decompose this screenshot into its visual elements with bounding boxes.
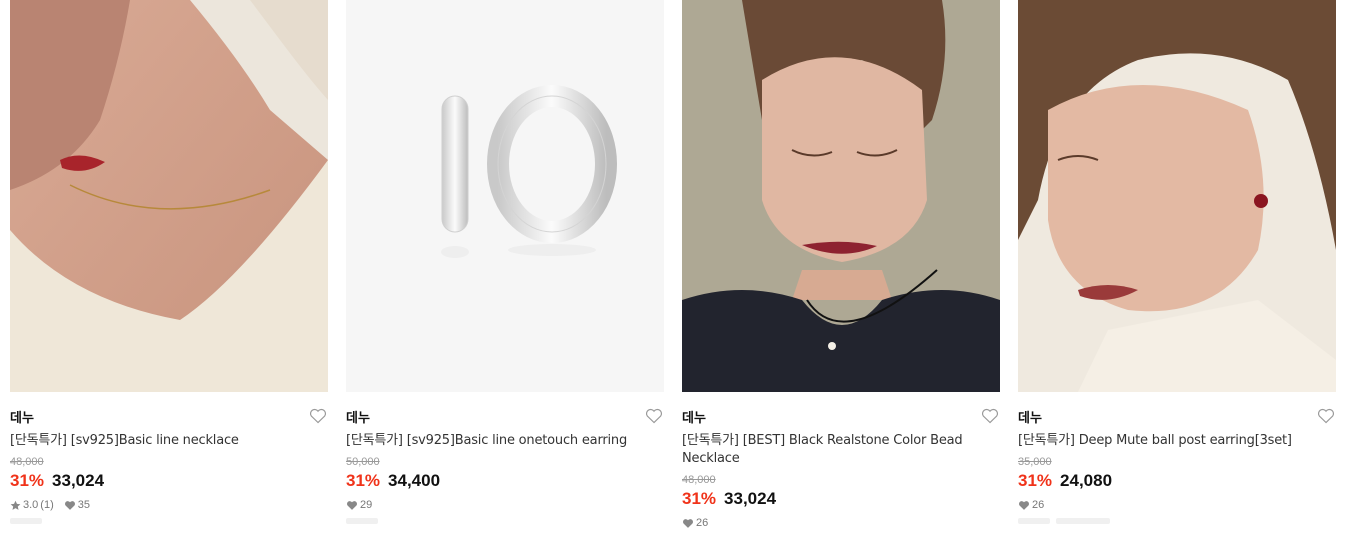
original-price: 48,000 (682, 474, 716, 486)
like-count: 29 (360, 499, 373, 511)
like-count: 26 (1032, 499, 1045, 511)
original-price: 50,000 (346, 456, 380, 468)
tag-chips (346, 518, 664, 524)
tag-chips (10, 518, 328, 524)
product-grid: 데누 [단독특가] [sv925]Basic line necklace 48,… (0, 0, 1345, 533)
product-title[interactable]: [단독특가] [sv925]Basic line onetouch earrin… (346, 432, 664, 450)
product-title[interactable]: [단독특가] Deep Mute ball post earring[3set] (1018, 432, 1336, 450)
product-card[interactable]: 데누 [단독특가] Deep Mute ball post earring[3s… (1018, 0, 1336, 533)
heart-filled-icon (1019, 500, 1029, 510)
like-count: 26 (696, 517, 709, 529)
product-card[interactable]: 데누 [단독특가] [sv925]Basic line necklace 48,… (10, 0, 328, 533)
sale-price: 33,024 (52, 471, 105, 490)
brand-name[interactable]: 데누 (1018, 407, 1042, 426)
heart-outline-icon[interactable] (645, 408, 663, 424)
star-icon (10, 500, 21, 510)
product-image[interactable] (682, 0, 1000, 392)
brand-name[interactable]: 데누 (682, 407, 706, 426)
original-price: 48,000 (10, 456, 44, 468)
original-price: 35,000 (1018, 456, 1052, 468)
product-image[interactable] (10, 0, 328, 392)
sale-price: 34,400 (388, 471, 441, 490)
heart-outline-icon[interactable] (309, 408, 327, 424)
discount-rate: 31% (682, 489, 717, 508)
discount-rate: 31% (346, 471, 381, 490)
tag-chips (1018, 518, 1336, 524)
heart-filled-icon (683, 518, 693, 528)
heart-filled-icon (64, 500, 75, 510)
brand-name[interactable]: 데누 (346, 407, 370, 426)
product-card[interactable]: 데누 [단독특가] [sv925]Basic line onetouch ear… (346, 0, 664, 533)
discount-rate: 31% (1018, 471, 1053, 490)
product-card[interactable]: 데누 [단독특가] [BEST] Black Realstone Color B… (682, 0, 1000, 533)
product-image[interactable] (1018, 0, 1336, 392)
brand-name[interactable]: 데누 (10, 407, 34, 426)
heart-outline-icon[interactable] (1317, 408, 1335, 424)
product-title[interactable]: [단독특가] [BEST] Black Realstone Color Bead… (682, 432, 1000, 468)
product-title[interactable]: [단독특가] [sv925]Basic line necklace (10, 432, 328, 450)
heart-outline-icon[interactable] (981, 408, 999, 424)
discount-rate: 31% (10, 471, 45, 490)
product-image[interactable] (346, 0, 664, 392)
review-count: (1) (40, 499, 54, 511)
like-count: 35 (77, 499, 90, 511)
sale-price: 24,080 (1060, 471, 1113, 490)
heart-filled-icon (347, 500, 357, 510)
rating-value: 3.0 (23, 499, 39, 511)
sale-price: 33,024 (724, 489, 777, 508)
